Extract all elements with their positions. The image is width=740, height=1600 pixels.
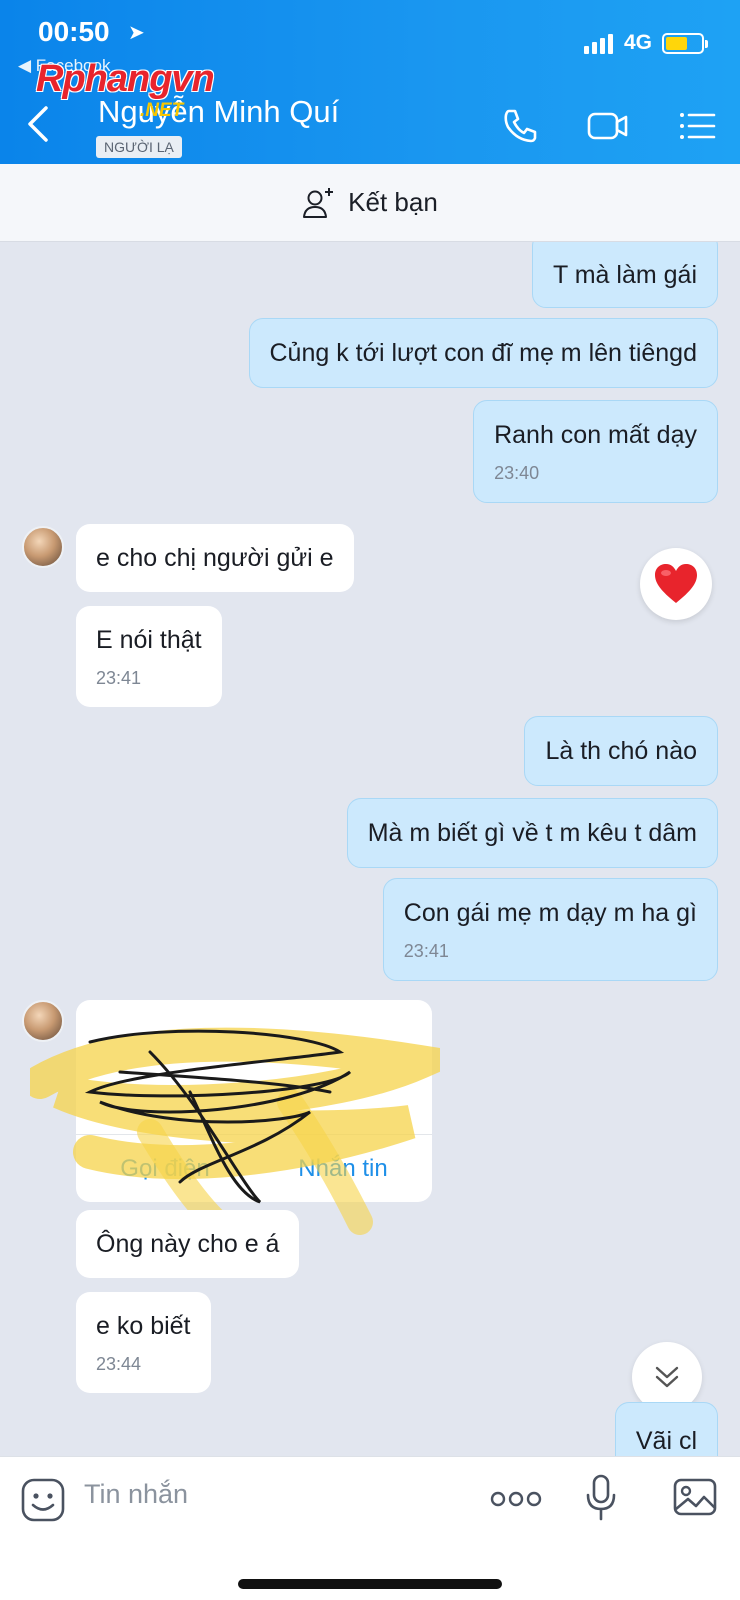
message-text: Ông này cho e á — [96, 1230, 280, 1258]
message-text: T mà làm gái — [552, 261, 697, 289]
message-bubble-sent[interactable]: Mà m biết gì về t m kêu t dâm — [346, 798, 718, 868]
contact-avatar[interactable] — [22, 1000, 64, 1042]
card-call-button[interactable]: Gọi điện — [76, 1135, 254, 1202]
signal-icon — [584, 34, 613, 54]
chat-header: 00:50 ➤ ◀ Facebook 4G Nguyễn Minh Quí Rp… — [0, 0, 740, 164]
video-call-icon[interactable] — [586, 104, 630, 148]
contact-card-redacted — [76, 1000, 432, 1134]
message-bubble-sent[interactable]: T mà làm gái — [531, 242, 718, 308]
message-time: 23:41 — [96, 668, 142, 688]
card-message-button[interactable]: Nhắn tin — [254, 1135, 432, 1202]
heart-reaction-icon[interactable] — [640, 548, 712, 620]
back-arrow-icon[interactable] — [24, 104, 52, 144]
add-friend-icon — [303, 187, 334, 218]
battery-icon — [662, 33, 708, 54]
microphone-icon[interactable] — [584, 1473, 618, 1523]
message-time: 23:40 — [494, 463, 540, 483]
message-bubble-received[interactable]: e cho chị người gửi e — [76, 524, 354, 592]
message-text: e ko biết — [96, 1312, 191, 1340]
message-time: 23:41 — [403, 941, 449, 961]
message-bubble-sent[interactable]: Con gái mẹ m dạy m ha gì 23:41 — [382, 878, 718, 981]
contact-avatar[interactable] — [22, 526, 64, 568]
watermark-logo-suffix: .NET — [140, 100, 184, 121]
menu-list-icon[interactable] — [676, 104, 720, 148]
message-text: Củng k tới lượt con đĩ mẹ m lên tiêngd — [269, 339, 698, 367]
message-text: E nói thật — [96, 626, 202, 654]
message-text: Vãi cl — [635, 1427, 697, 1455]
message-bubble-sent[interactable]: Ranh con mất dạy 23:40 — [473, 400, 718, 503]
add-friend-button[interactable]: Kết bạn — [0, 164, 740, 242]
more-options-icon[interactable] — [490, 1489, 542, 1509]
message-bubble-received[interactable]: Ông này cho e á — [76, 1210, 300, 1278]
message-bubble-sent[interactable]: Là th chó nào — [524, 716, 718, 786]
phone-icon[interactable] — [498, 104, 542, 148]
message-text: e cho chị người gửi e — [96, 544, 334, 572]
message-time: 23:44 — [96, 1354, 142, 1374]
status-time: 00:50 — [38, 16, 110, 47]
composer-bar: Tin nhắn — [0, 1456, 740, 1600]
message-text: Là th chó nào — [545, 737, 697, 765]
home-indicator — [238, 1579, 502, 1589]
message-bubble-sent[interactable]: Vãi cl — [614, 1402, 718, 1456]
message-bubble-received[interactable]: E nói thật 23:41 — [76, 606, 222, 707]
image-gallery-icon[interactable] — [672, 1477, 718, 1517]
double-chevron-down-icon — [655, 1366, 679, 1388]
message-bubble-sent[interactable]: Củng k tới lượt con đĩ mẹ m lên tiêngd — [248, 318, 718, 388]
message-list[interactable]: T mà làm gái Củng k tới lượt con đĩ mẹ m… — [0, 242, 740, 1456]
watermark-logo: Rphangvn — [36, 58, 215, 100]
message-bubble-received[interactable]: e ko biết 23:44 — [76, 1292, 211, 1393]
message-text: Ranh con mất dạy — [494, 421, 697, 449]
stranger-badge: NGƯỜI LẠ — [96, 136, 182, 158]
sticker-icon[interactable] — [20, 1477, 66, 1523]
network-type: 4G — [624, 31, 653, 54]
message-text: Mà m biết gì về t m kêu t dâm — [367, 819, 697, 847]
add-friend-label: Kết bạn — [348, 187, 438, 217]
message-input[interactable]: Tin nhắn — [84, 1479, 188, 1510]
message-text: Con gái mẹ m dạy m ha gì — [403, 899, 697, 927]
location-arrow-icon: ➤ — [128, 22, 145, 44]
contact-card[interactable]: Gọi điện Nhắn tin — [76, 1000, 432, 1202]
